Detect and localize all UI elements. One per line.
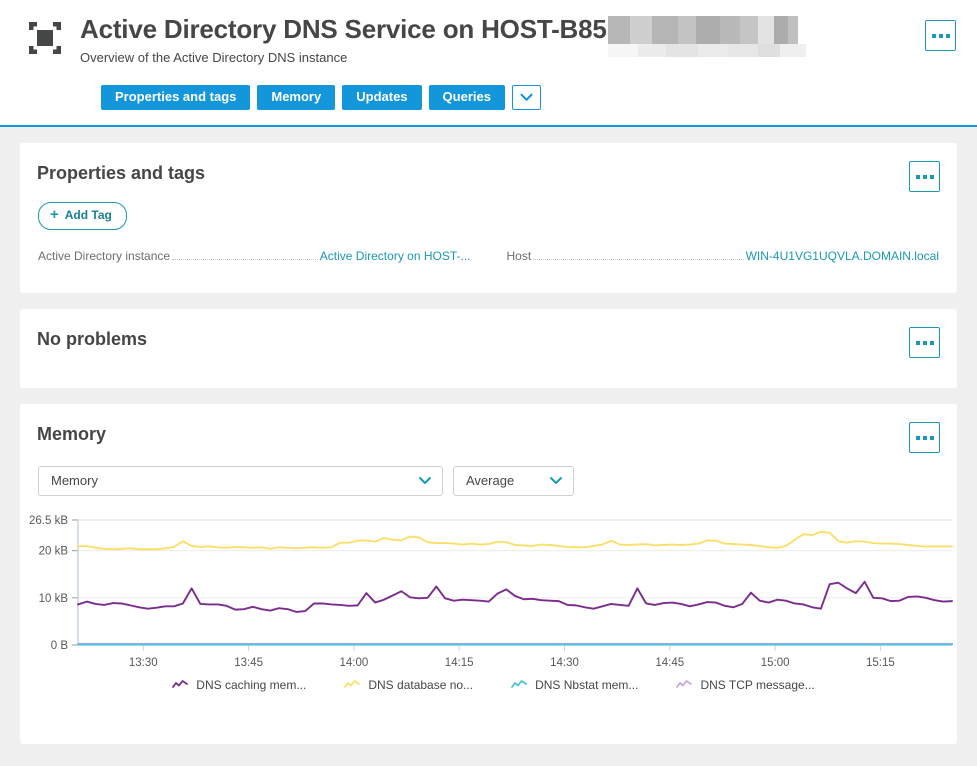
dot bbox=[915, 340, 920, 345]
dot bbox=[922, 174, 927, 179]
properties-card-menu[interactable] bbox=[909, 161, 940, 192]
properties-and-tags-card: Properties and tags + Add Tag Active Dir… bbox=[20, 143, 957, 293]
aggregation-select[interactable]: Average bbox=[453, 465, 574, 496]
svg-text:13:30: 13:30 bbox=[129, 657, 158, 669]
svg-text:0 B: 0 B bbox=[51, 640, 69, 652]
page-body: Properties and tags + Add Tag Active Dir… bbox=[0, 127, 977, 744]
chevron-down-icon bbox=[520, 93, 533, 101]
legend-label: DNS caching mem... bbox=[196, 677, 307, 692]
header-more-options[interactable] bbox=[925, 20, 956, 51]
metric-select-value: Memory bbox=[51, 473, 98, 489]
svg-text:14:00: 14:00 bbox=[339, 657, 368, 669]
svg-text:26.5 kB: 26.5 kB bbox=[29, 515, 68, 527]
nav-expand-button[interactable] bbox=[511, 84, 541, 110]
dot bbox=[929, 174, 934, 179]
svg-text:14:30: 14:30 bbox=[550, 657, 579, 669]
header-main-row: Active Directory DNS Service on HOST-B85… bbox=[20, 14, 957, 67]
aggregation-select-value: Average bbox=[466, 473, 515, 489]
nav-button-queries[interactable]: Queries bbox=[428, 84, 505, 110]
memory-card-menu[interactable] bbox=[909, 422, 940, 453]
memory-more-options[interactable] bbox=[909, 422, 940, 453]
chevron-down-icon bbox=[549, 473, 563, 488]
svg-text:14:45: 14:45 bbox=[655, 657, 684, 669]
header-nav-buttons: Properties and tags Memory Updates Queri… bbox=[101, 84, 957, 110]
svg-text:10 kB: 10 kB bbox=[39, 592, 69, 604]
page-subtitle: Overview of the Active Directory DNS ins… bbox=[80, 49, 348, 65]
plus-icon: + bbox=[50, 205, 59, 223]
metric-select[interactable]: Memory bbox=[38, 465, 443, 496]
memory-card: Memory Memory Average 26.5 kB 20 kB 10 k… bbox=[20, 404, 957, 744]
add-tag-button[interactable]: + Add Tag bbox=[38, 201, 127, 230]
header-text-block: Active Directory DNS Service on HOST-B85… bbox=[80, 14, 957, 67]
dot bbox=[915, 435, 920, 440]
legend-line-icon bbox=[172, 680, 189, 688]
problems-card: No problems bbox=[20, 309, 957, 388]
property-key: Host bbox=[506, 248, 532, 263]
dotted-leader bbox=[533, 258, 744, 260]
property-row-active-directory-instance: Active Directory instance Active Directo… bbox=[38, 249, 471, 263]
legend-line-icon bbox=[511, 680, 527, 688]
page-title: Active Directory DNS Service on HOST-B85 bbox=[80, 14, 957, 58]
redacted-title-block bbox=[607, 16, 806, 58]
svg-text:13:45: 13:45 bbox=[234, 657, 263, 669]
legend-label: DNS Nbstat mem... bbox=[535, 677, 639, 692]
problems-card-title: No problems bbox=[37, 329, 148, 349]
chevron-down-icon bbox=[418, 473, 432, 488]
header-more-options-button[interactable] bbox=[925, 20, 956, 51]
page-header: Active Directory DNS Service on HOST-B85… bbox=[0, 0, 977, 127]
dot bbox=[929, 340, 934, 345]
dot bbox=[922, 435, 927, 440]
problems-card-menu[interactable] bbox=[909, 327, 940, 358]
svg-text:15:15: 15:15 bbox=[866, 657, 895, 669]
legend-item[interactable]: DNS caching mem... bbox=[172, 678, 306, 692]
properties-more-options[interactable] bbox=[909, 161, 940, 192]
service-instance-icon bbox=[26, 19, 64, 57]
svg-text:20 kB: 20 kB bbox=[39, 545, 69, 557]
property-value-link[interactable]: WIN-4U1VG1UQVLA.DOMAIN.local bbox=[746, 249, 939, 263]
memory-card-title: Memory bbox=[37, 424, 107, 444]
dot bbox=[922, 340, 927, 345]
svg-text:15:00: 15:00 bbox=[761, 657, 790, 669]
nav-button-memory[interactable]: Memory bbox=[257, 84, 336, 110]
legend-item[interactable]: DNS Nbstat mem... bbox=[511, 678, 638, 692]
dot bbox=[929, 435, 934, 440]
dotted-leader bbox=[172, 258, 318, 260]
memory-chart: 26.5 kB 20 kB 10 kB 0 B 13:30 13:45 14:00 14:15… bbox=[20, 510, 957, 710]
legend-line-icon bbox=[344, 680, 361, 688]
dot bbox=[915, 174, 920, 179]
property-value-link[interactable]: Active Directory on HOST-... bbox=[320, 249, 471, 263]
legend-item[interactable]: DNS TCP message... bbox=[676, 677, 815, 692]
property-row-host: Host WIN-4U1VG1UQVLA.DOMAIN.local bbox=[507, 249, 940, 263]
dot bbox=[931, 33, 936, 38]
legend-label: DNS TCP message... bbox=[700, 677, 815, 692]
nav-button-updates[interactable]: Updates bbox=[342, 84, 422, 110]
page-title-text: Active Directory DNS Service on HOST-B85 bbox=[80, 14, 607, 44]
legend-item[interactable]: DNS database no... bbox=[344, 678, 473, 692]
property-key: Active Directory instance bbox=[38, 248, 171, 263]
properties-list: Active Directory instance Active Directo… bbox=[38, 249, 939, 263]
chart-controls: Memory Average bbox=[38, 465, 957, 496]
legend-line-icon bbox=[676, 680, 693, 688]
dot bbox=[945, 33, 950, 38]
add-tag-label: Add Tag bbox=[64, 208, 112, 223]
svg-text:14:15: 14:15 bbox=[445, 657, 474, 669]
memory-chart-svg: 26.5 kB 20 kB 10 kB 0 B 13:30 13:45 14:00 14:15… bbox=[29, 515, 953, 669]
chart-legend: DNS caching mem... DNS database no... DNS … bbox=[20, 678, 957, 692]
dot bbox=[938, 33, 943, 38]
legend-label: DNS database no... bbox=[368, 677, 474, 692]
nav-button-properties-and-tags[interactable]: Properties and tags bbox=[101, 84, 251, 110]
page-root: Active Directory DNS Service on HOST-B85… bbox=[0, 0, 977, 766]
problems-more-options[interactable] bbox=[909, 327, 940, 358]
properties-card-title: Properties and tags bbox=[37, 163, 206, 183]
